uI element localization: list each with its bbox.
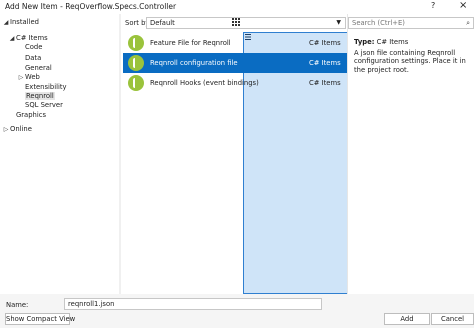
caret-right-icon[interactable]: ▷ bbox=[17, 73, 25, 83]
title-bar: Add New Item - ReqOverflow.Specs.Control… bbox=[0, 0, 474, 14]
help-button[interactable]: ? bbox=[431, 1, 435, 10]
name-field[interactable] bbox=[64, 298, 322, 310]
search-box[interactable]: ⌕ bbox=[348, 17, 474, 29]
details-panel: Type: C# Items A json file containing Re… bbox=[348, 32, 474, 294]
tree-item-installed[interactable]: ◢ Installed bbox=[2, 17, 39, 27]
cancel-button[interactable]: Cancel bbox=[431, 313, 474, 325]
type-value: C# Items bbox=[376, 38, 409, 46]
type-label: Type: bbox=[354, 38, 375, 46]
close-button[interactable]: × bbox=[459, 0, 467, 11]
grid-view-icon[interactable] bbox=[231, 17, 241, 27]
chevron-down-icon: ▼ bbox=[336, 19, 341, 26]
name-label: Name: bbox=[6, 301, 29, 309]
search-input[interactable] bbox=[352, 19, 452, 27]
tree-item-web[interactable]: ▷ Web bbox=[17, 72, 40, 82]
add-button[interactable]: Add bbox=[384, 313, 430, 325]
search-icon[interactable]: ⌕ bbox=[466, 18, 470, 28]
details-type: Type: C# Items bbox=[354, 38, 408, 46]
caret-down-icon[interactable]: ◢ bbox=[2, 18, 10, 28]
reqnroll-logo-icon bbox=[128, 75, 144, 91]
bottom-bar: Name: Show Compact View Add Cancel bbox=[0, 294, 474, 328]
caret-down-icon[interactable]: ◢ bbox=[8, 34, 16, 44]
sort-dropdown[interactable]: Default ▼ bbox=[146, 17, 346, 29]
template-name: Feature File for Reqnroll bbox=[150, 39, 231, 47]
reqnroll-logo-icon bbox=[128, 35, 144, 51]
reqnroll-logo-icon bbox=[128, 55, 144, 71]
template-list: Feature File for Reqnroll C# Items Reqnr… bbox=[121, 32, 347, 294]
category-tree: ◢ Installed ◢ C# Items Code Data General ▷… bbox=[0, 14, 119, 294]
template-name: Reqnroll configuration file bbox=[150, 59, 238, 67]
tree-item-sql-server[interactable]: SQL Server bbox=[25, 100, 63, 110]
template-item[interactable]: Feature File for Reqnroll C# Items bbox=[123, 33, 347, 53]
show-compact-view-button[interactable]: Show Compact View bbox=[5, 313, 75, 325]
window-title: Add New Item - ReqOverflow.Specs.Control… bbox=[5, 2, 177, 11]
template-name: Reqnroll Hooks (event bindings) bbox=[150, 79, 259, 87]
caret-right-icon[interactable]: ▷ bbox=[2, 125, 10, 135]
template-language: C# Items bbox=[309, 79, 341, 87]
template-language: C# Items bbox=[309, 59, 341, 67]
sort-value: Default bbox=[150, 19, 175, 27]
details-description: A json file containing Reqnroll configur… bbox=[354, 49, 466, 74]
tree-item-graphics[interactable]: Graphics bbox=[16, 110, 46, 120]
tree-item-online[interactable]: ▷ Online bbox=[2, 124, 32, 134]
tree-item-data[interactable]: Data bbox=[25, 53, 41, 63]
template-item[interactable]: Reqnroll Hooks (event bindings) C# Items bbox=[123, 73, 347, 93]
template-language: C# Items bbox=[309, 39, 341, 47]
tree-item-code[interactable]: Code bbox=[25, 42, 42, 52]
template-item-selected[interactable]: Reqnroll configuration file C# Items bbox=[123, 53, 347, 73]
